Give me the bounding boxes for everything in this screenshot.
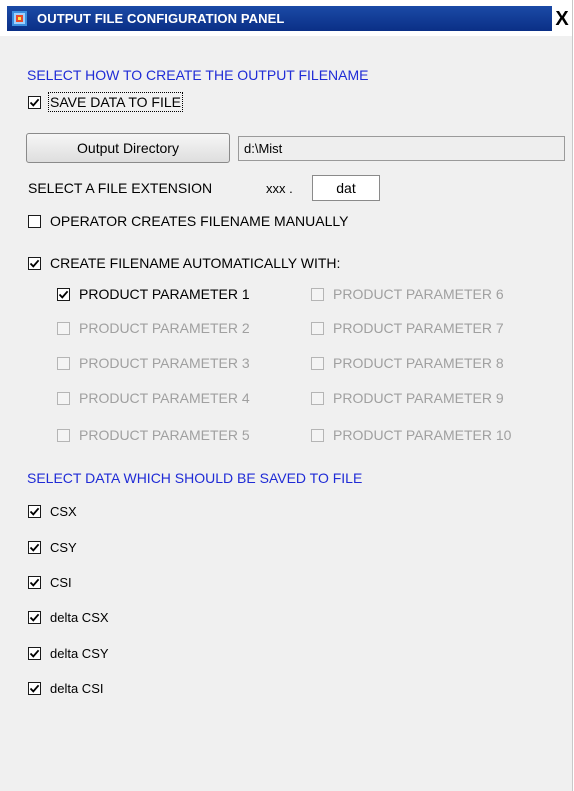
data-item-label: delta CSI [50,681,104,696]
file-extension-label: SELECT A FILE EXTENSION [28,180,213,196]
data-item-label: CSI [50,575,72,590]
checkbox-box [28,541,41,554]
data-item-label: delta CSX [50,610,109,625]
output-file-configuration-window: OUTPUT FILE CONFIGURATION PANEL X SELECT… [0,0,573,791]
product-parameter-9-checkbox: PRODUCT PARAMETER 9 [311,390,504,406]
checkbox-box [28,505,41,518]
auto-filename-label: CREATE FILENAME AUTOMATICALLY WITH: [50,255,341,271]
product-parameter-3-checkbox: PRODUCT PARAMETER 3 [57,355,250,371]
data-delta-csy-checkbox[interactable]: delta CSY [28,646,109,661]
section-title-data: SELECT DATA WHICH SHOULD BE SAVED TO FIL… [27,470,363,486]
product-parameter-1-checkbox[interactable]: PRODUCT PARAMETER 1 [57,286,250,302]
output-directory-field[interactable]: d:\Mist [238,136,565,161]
data-item-label: CSX [50,504,77,519]
product-parameter-7-checkbox: PRODUCT PARAMETER 7 [311,320,504,336]
product-parameter-label: PRODUCT PARAMETER 9 [333,390,504,406]
file-extension-prefix: xxx . [266,181,293,196]
product-parameter-label: PRODUCT PARAMETER 3 [79,355,250,371]
checkbox-box [28,611,41,624]
data-item-label: CSY [50,540,77,555]
product-parameter-4-checkbox: PRODUCT PARAMETER 4 [57,390,250,406]
save-data-checkbox[interactable]: SAVE DATA TO FILE [28,92,183,112]
output-directory-button[interactable]: Output Directory [26,133,230,163]
save-data-label: SAVE DATA TO FILE [48,92,183,112]
checkbox-box [57,356,70,370]
product-parameter-2-checkbox: PRODUCT PARAMETER 2 [57,320,250,336]
checkbox-box [311,428,324,442]
product-parameter-label: PRODUCT PARAMETER 5 [79,427,250,443]
checkbox-box [28,647,41,660]
product-parameter-label: PRODUCT PARAMETER 1 [79,286,250,302]
checkbox-box [57,321,70,335]
app-icon [12,11,27,26]
product-parameter-label: PRODUCT PARAMETER 8 [333,355,504,371]
product-parameter-label: PRODUCT PARAMETER 2 [79,320,250,336]
checkbox-box [311,321,324,335]
file-extension-input[interactable]: dat [312,175,380,201]
product-parameter-6-checkbox: PRODUCT PARAMETER 6 [311,286,504,302]
section-title-filename: SELECT HOW TO CREATE THE OUTPUT FILENAME [27,67,369,83]
checkbox-box [311,391,324,405]
window-title: OUTPUT FILE CONFIGURATION PANEL [37,11,285,26]
product-parameter-5-checkbox: PRODUCT PARAMETER 5 [57,427,250,443]
checkbox-box [28,682,41,695]
data-csi-checkbox[interactable]: CSI [28,575,72,590]
checkbox-box [28,214,41,228]
product-parameter-label: PRODUCT PARAMETER 7 [333,320,504,336]
manual-filename-label: OPERATOR CREATES FILENAME MANUALLY [50,213,349,229]
checkbox-box [57,287,70,301]
checkbox-box [311,287,324,301]
checkbox-box [311,356,324,370]
checkbox-box [28,256,41,270]
data-delta-csx-checkbox[interactable]: delta CSX [28,610,109,625]
data-csx-checkbox[interactable]: CSX [28,504,77,519]
checkbox-box [28,576,41,589]
product-parameter-10-checkbox: PRODUCT PARAMETER 10 [311,427,511,443]
auto-filename-checkbox[interactable]: CREATE FILENAME AUTOMATICALLY WITH: [28,255,340,271]
product-parameter-label: PRODUCT PARAMETER 6 [333,286,504,302]
product-parameter-label: PRODUCT PARAMETER 4 [79,390,250,406]
product-parameter-label: PRODUCT PARAMETER 10 [333,427,512,443]
product-parameter-8-checkbox: PRODUCT PARAMETER 8 [311,355,504,371]
data-item-label: delta CSY [50,646,109,661]
manual-filename-checkbox[interactable]: OPERATOR CREATES FILENAME MANUALLY [28,213,348,229]
close-button[interactable]: X [552,8,572,30]
title-bar-highlight: OUTPUT FILE CONFIGURATION PANEL [7,6,552,31]
data-delta-csi-checkbox[interactable]: delta CSI [28,681,103,696]
title-bar: OUTPUT FILE CONFIGURATION PANEL X [0,0,572,36]
checkbox-box [57,428,70,442]
checkbox-box [57,391,70,405]
checkbox-box [28,95,41,109]
data-csy-checkbox[interactable]: CSY [28,540,77,555]
